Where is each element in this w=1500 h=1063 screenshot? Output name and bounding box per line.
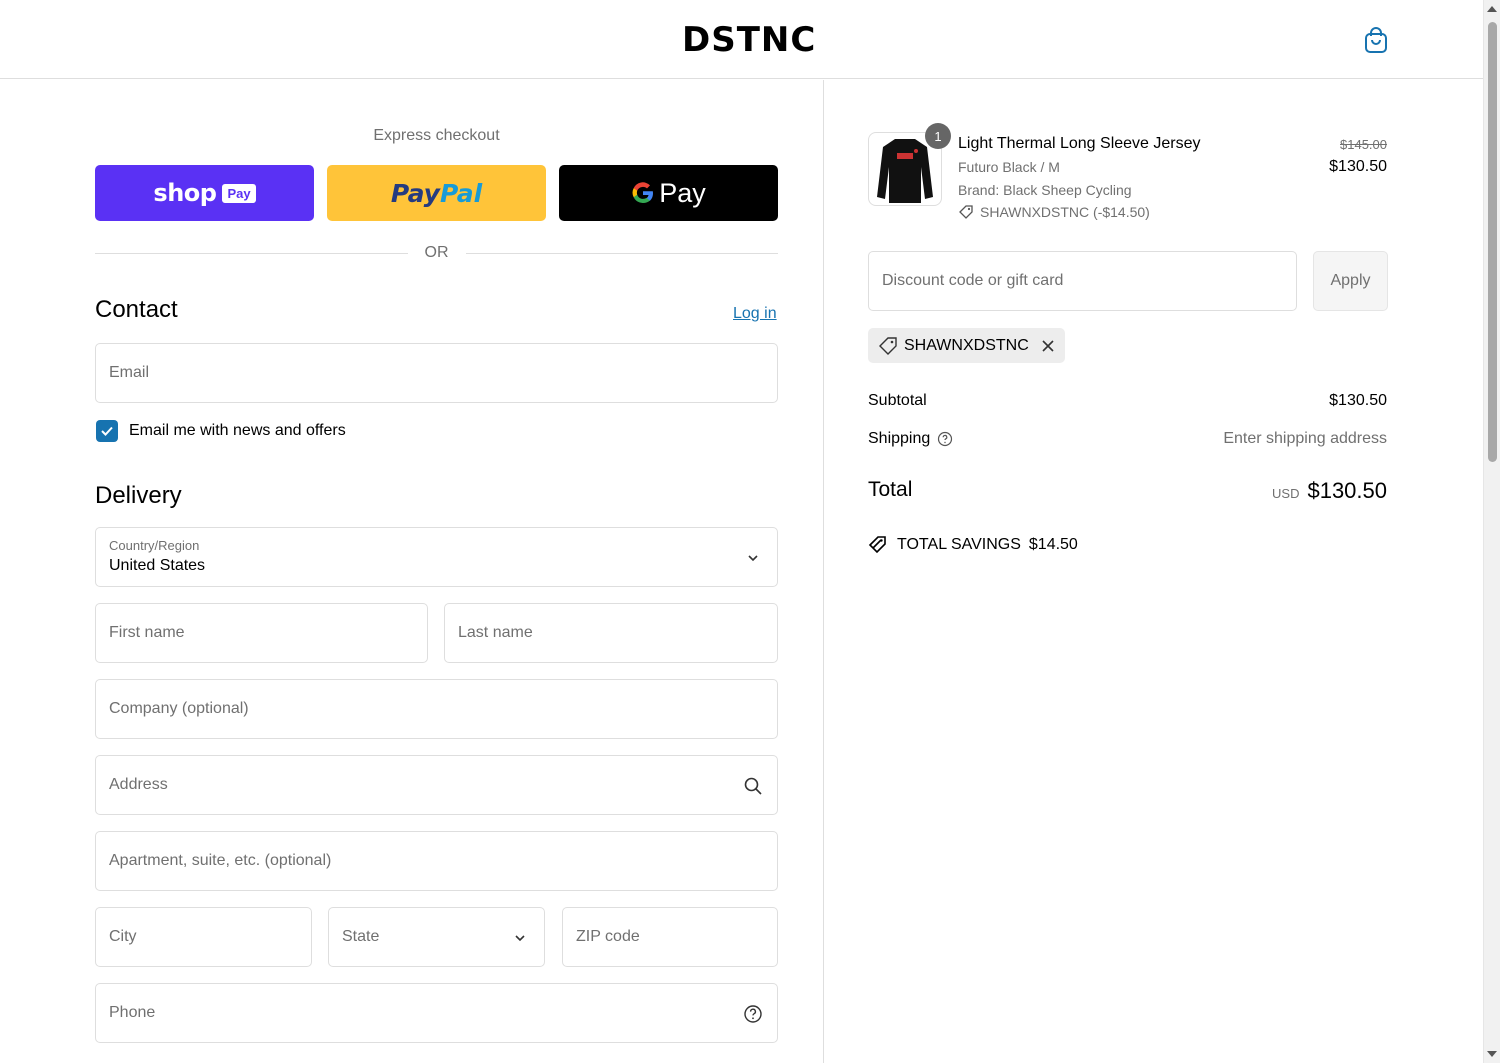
store-logo[interactable]: DSTNC (682, 20, 816, 60)
shop-pay-badge: Pay (222, 183, 256, 203)
newsletter-label: Email me with news and offers (129, 422, 346, 439)
applied-code: SHAWNXDSTNC (904, 336, 1029, 354)
scroll-up-arrow-icon[interactable] (1487, 6, 1497, 12)
savings-tag-icon (868, 536, 886, 554)
first-name-field[interactable]: First name (95, 603, 428, 663)
total-value: USD $130.50 (1272, 478, 1387, 504)
country-value: United States (109, 557, 206, 574)
product-variant: Futuro Black / M (958, 159, 1060, 175)
paypal-word-b: Pal (439, 178, 483, 208)
page-scrollbar[interactable] (1483, 0, 1500, 1063)
apartment-placeholder: Apartment, suite, etc. (optional) (109, 852, 332, 869)
savings-label: TOTAL SAVINGS (897, 536, 1021, 553)
scroll-thumb[interactable] (1488, 22, 1497, 462)
total-label: Total (868, 478, 913, 501)
chevron-down-icon (515, 935, 525, 942)
tag-icon (879, 336, 897, 355)
tag-icon (959, 205, 973, 219)
product-discount-text: SHAWNXDSTNC (-$14.50) (980, 204, 1150, 220)
email-placeholder: Email (109, 364, 150, 381)
total-currency: USD (1272, 486, 1300, 501)
first-name-placeholder: First name (109, 624, 185, 641)
header: DSTNC (0, 0, 1483, 79)
address-placeholder: Address (109, 776, 168, 793)
discount-code-placeholder: Discount code or gift card (882, 272, 1064, 289)
checkmark-icon (101, 426, 113, 436)
subtotal-value: $130.50 (1329, 392, 1387, 409)
total-amount: $130.50 (1307, 478, 1387, 503)
savings-value: $14.50 (1028, 536, 1078, 553)
chevron-down-icon (748, 555, 758, 562)
city-field[interactable]: City (95, 907, 312, 967)
shipping-value: Enter shipping address (1223, 430, 1387, 447)
zip-field[interactable]: ZIP code (562, 907, 778, 967)
zip-placeholder: ZIP code (576, 928, 640, 945)
original-price: $145.00 (1340, 137, 1387, 152)
shop-pay-word: shop (153, 179, 217, 207)
shipping-help-icon[interactable] (937, 431, 953, 447)
shopping-bag-icon[interactable] (1362, 25, 1390, 55)
contact-title: Contact (95, 296, 178, 323)
country-label: Country/Region (109, 538, 200, 553)
email-field[interactable]: Email (95, 343, 778, 403)
scroll-down-arrow-icon[interactable] (1487, 1051, 1497, 1057)
shop-pay-button[interactable]: shop Pay (95, 165, 314, 221)
product-brand: Brand: Black Sheep Cycling (958, 182, 1132, 198)
login-link[interactable]: Log in (733, 305, 777, 323)
city-placeholder: City (109, 928, 137, 945)
phone-field[interactable]: Phone (95, 983, 778, 1043)
quantity-badge: 1 (925, 123, 951, 149)
google-g-icon (632, 182, 654, 204)
order-summary: 1 Light Thermal Long Sleeve Jersey Futur… (824, 80, 1483, 1063)
shipping-row: Shipping (868, 430, 953, 448)
company-field[interactable]: Company (optional) (95, 679, 778, 739)
delivery-title: Delivery (95, 482, 182, 509)
shipping-label: Shipping (868, 430, 931, 447)
company-placeholder: Company (optional) (109, 700, 249, 717)
apartment-field[interactable]: Apartment, suite, etc. (optional) (95, 831, 778, 891)
paypal-button[interactable]: PayPal (327, 165, 546, 221)
paypal-word-a: Pay (390, 178, 440, 208)
discounted-price: $130.50 (1329, 158, 1387, 175)
product-name: Light Thermal Long Sleeve Jersey (958, 135, 1201, 152)
subtotal-label: Subtotal (868, 392, 927, 409)
or-divider: OR (95, 243, 778, 263)
checkout-form: Express checkout shop Pay PayPal Pay OR … (0, 80, 823, 1063)
total-savings: TOTAL SAVINGS $14.50 (868, 535, 1078, 555)
phone-placeholder: Phone (109, 1004, 156, 1021)
country-select[interactable]: Country/Region United States (95, 527, 778, 587)
last-name-field[interactable]: Last name (444, 603, 778, 663)
help-icon[interactable] (743, 1004, 763, 1024)
google-pay-button[interactable]: Pay (559, 165, 778, 221)
remove-code-close-icon[interactable] (1041, 339, 1055, 353)
apply-button[interactable]: Apply (1313, 251, 1388, 311)
product-discount: SHAWNXDSTNC (-$14.50) (958, 204, 1150, 220)
newsletter-checkbox[interactable] (96, 420, 118, 442)
applied-discount-tag: SHAWNXDSTNC (868, 328, 1065, 363)
state-placeholder: State (342, 928, 380, 945)
state-select[interactable]: State (328, 907, 545, 967)
express-checkout-title: Express checkout (373, 127, 500, 144)
discount-code-field[interactable]: Discount code or gift card (868, 251, 1297, 311)
google-pay-word: Pay (659, 177, 706, 208)
address-field[interactable]: Address (95, 755, 778, 815)
search-icon (744, 777, 762, 795)
last-name-placeholder: Last name (458, 624, 533, 641)
